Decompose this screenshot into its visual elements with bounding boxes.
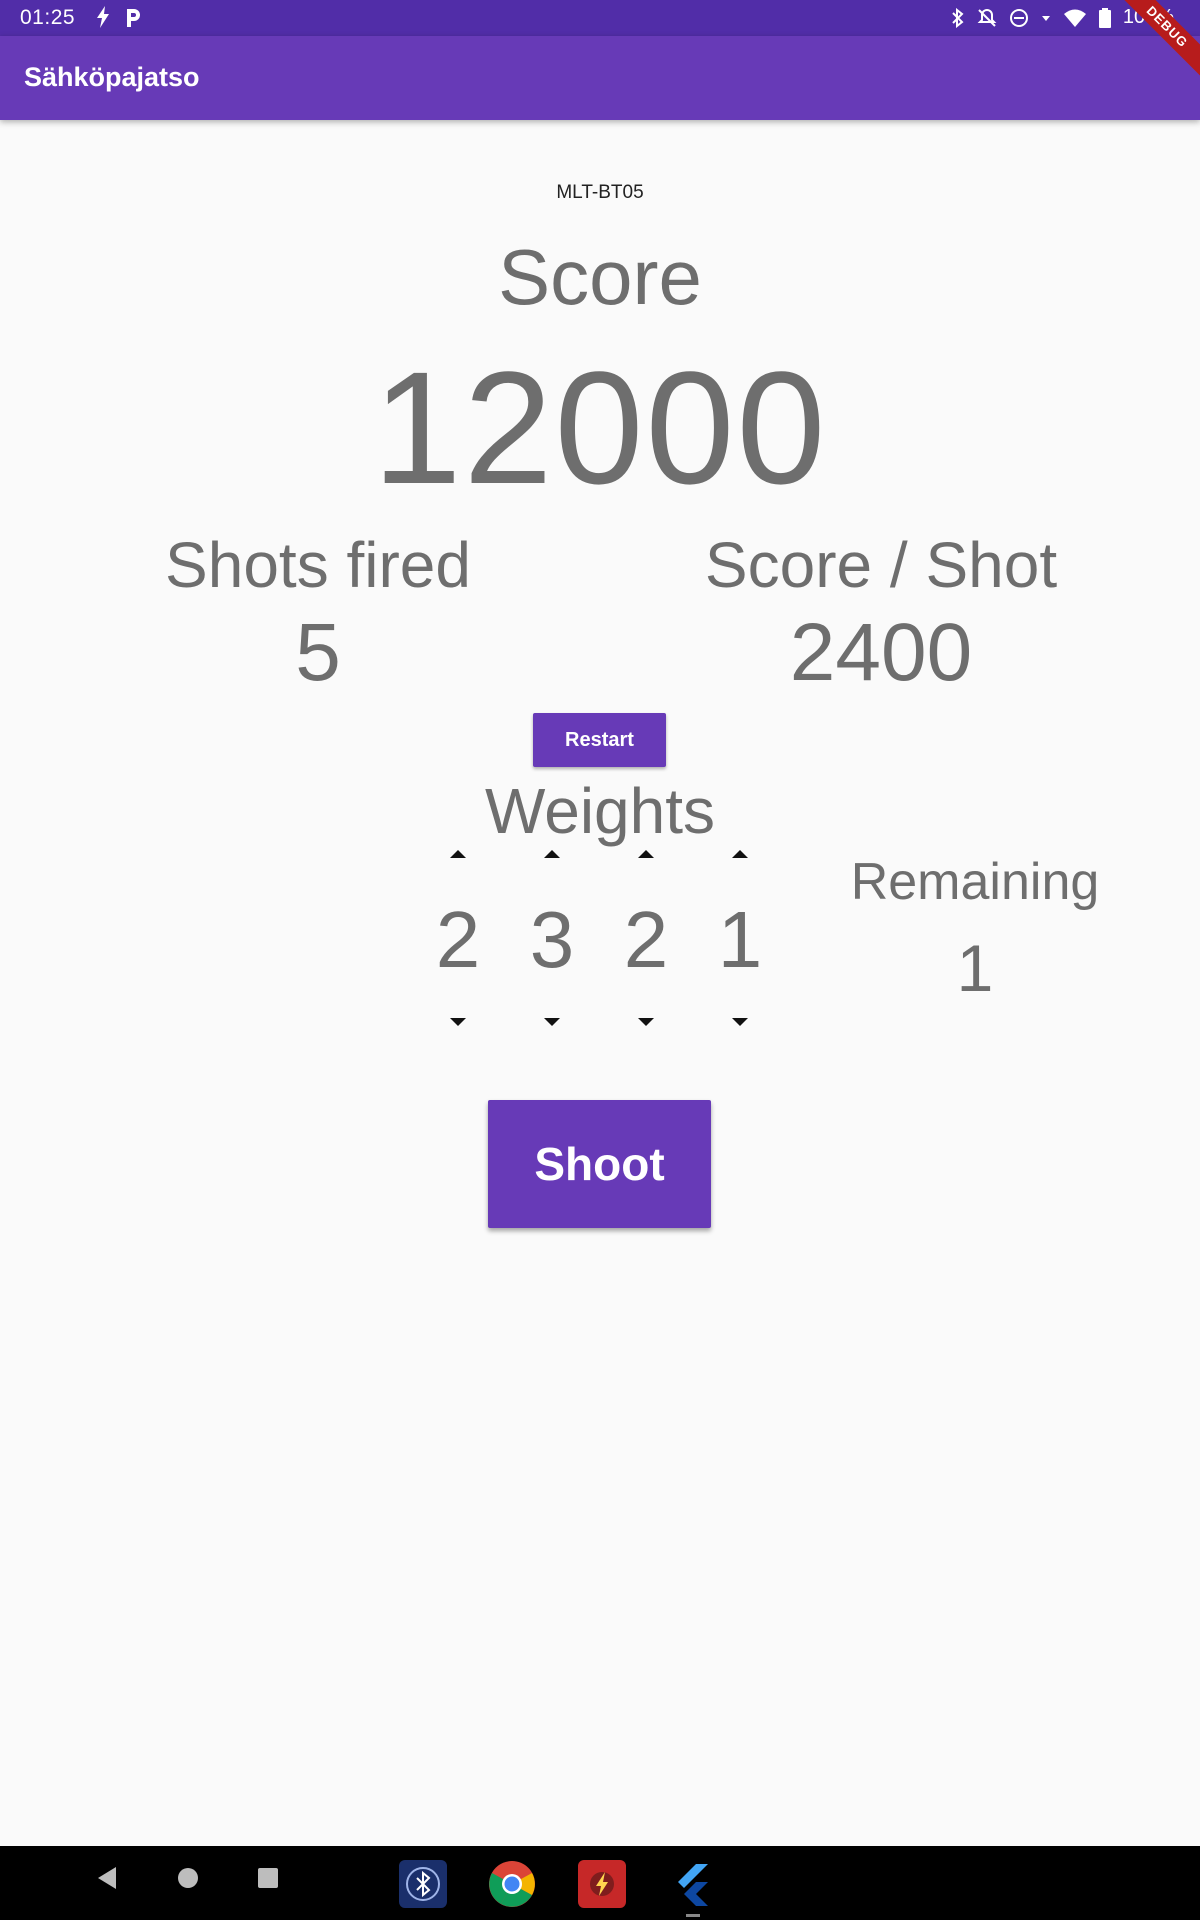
weight-increment-icon[interactable]: [450, 850, 466, 858]
score-per-shot-value: 2400: [789, 607, 973, 698]
navigation-bar: [0, 1846, 1200, 1920]
weight-decrement-icon[interactable]: [638, 1018, 654, 1026]
do-not-disturb-icon: [1009, 8, 1029, 28]
weight-increment-icon[interactable]: [544, 850, 560, 858]
weight-stepper: 3: [522, 840, 582, 1026]
remaining-value: 1: [956, 931, 994, 1005]
weight-stepper: 2: [616, 840, 676, 1026]
home-icon[interactable]: [176, 1864, 200, 1897]
score-label: Score: [498, 233, 702, 321]
flash-app-icon[interactable]: [578, 1860, 626, 1908]
flash-icon: [96, 6, 110, 33]
bluetooth-icon: [951, 7, 965, 28]
recents-icon[interactable]: [256, 1864, 280, 1897]
device-name: MLT-BT05: [556, 182, 644, 203]
shots-fired-label: Shots fired: [165, 529, 471, 601]
restart-button[interactable]: Restart: [533, 713, 666, 767]
notifications-off-icon: [977, 8, 997, 28]
active-app-indicator: [686, 1914, 700, 1917]
weight-value: 3: [529, 895, 575, 984]
shoot-button[interactable]: Shoot: [488, 1100, 711, 1228]
weight-value: 2: [623, 895, 669, 984]
p-icon: [124, 7, 142, 32]
main-content: MLT-BT05 Score 12000 Shots fired 5 Score…: [0, 120, 1200, 1846]
status-time: 01:25: [20, 6, 76, 29]
weight-decrement-icon[interactable]: [544, 1018, 560, 1026]
battery-icon: [1098, 7, 1111, 28]
weight-value: 1: [717, 895, 763, 984]
shots-fired-value: 5: [295, 607, 341, 698]
wifi-icon: [1063, 8, 1087, 28]
app-bar: Sähköpajatso: [0, 36, 1200, 120]
status-left-icons: [96, 6, 142, 33]
signal-dropdown-icon: [1041, 8, 1051, 28]
weight-stepper: 2: [428, 840, 488, 1026]
chrome-app-icon[interactable]: [488, 1860, 536, 1908]
weight-increment-icon[interactable]: [638, 850, 654, 858]
score-value: 12000: [372, 338, 828, 517]
shots-fired-stat: Shots fired 5: [98, 528, 538, 700]
weight-stepper: 1: [710, 840, 770, 1026]
status-bar: 01:25 100%: [0, 0, 1200, 36]
weight-increment-icon[interactable]: [732, 850, 748, 858]
back-icon[interactable]: [94, 1864, 118, 1897]
remaining-stat: Remaining 1: [840, 852, 1110, 1006]
flutter-app-icon[interactable]: [668, 1860, 716, 1908]
app-title: Sähköpajatso: [24, 62, 200, 92]
weight-decrement-icon[interactable]: [732, 1018, 748, 1026]
weight-decrement-icon[interactable]: [450, 1018, 466, 1026]
bluetooth-app-icon[interactable]: [399, 1860, 447, 1908]
weight-value: 2: [435, 895, 481, 984]
remaining-label: Remaining: [850, 853, 1100, 911]
score-per-shot-label: Score / Shot: [704, 529, 1058, 601]
weights-label: Weights: [484, 775, 716, 847]
score-per-shot-stat: Score / Shot 2400: [661, 528, 1101, 700]
